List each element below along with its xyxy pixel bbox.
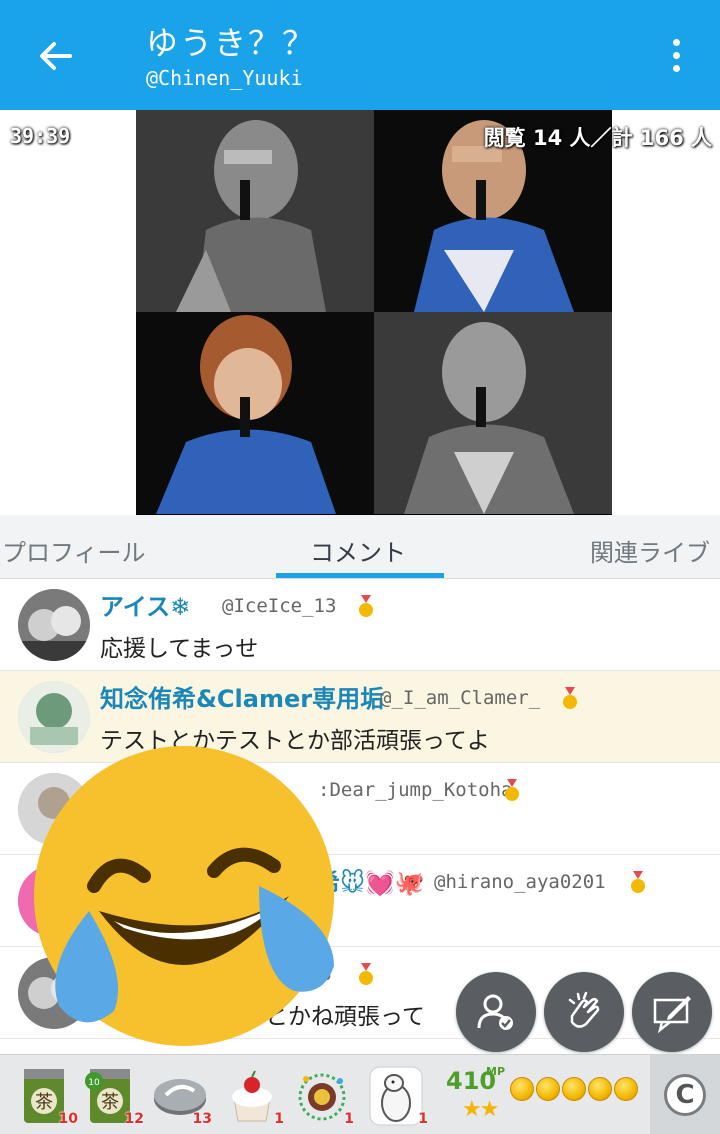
gift-count: 12 [124,1111,144,1127]
dot-icon [672,64,680,72]
write-comment-button[interactable] [632,972,712,1052]
clap-icon [568,991,600,1028]
header-bar: ゆうき？？ @Chinen_Yuuki [0,0,720,110]
follow-user-button[interactable] [456,972,536,1052]
avatar[interactable] [18,773,90,845]
arrow-left-icon [40,42,72,70]
overflow-menu-button[interactable] [656,30,696,80]
gift-item[interactable]: 1 [222,1063,284,1129]
medal-icon [359,595,373,617]
live-video-area[interactable]: 39:39 閲覧 14 人／計 166 人 [0,110,720,515]
gift-count: 1 [418,1111,428,1127]
medal-icon [631,871,645,893]
bear-icon [369,1066,423,1126]
avatar[interactable] [18,681,90,753]
tab-comments[interactable]: コメント [310,533,406,568]
gift-count: 1 [344,1111,354,1127]
gift-item[interactable]: 茶 10 [16,1063,78,1129]
gift-bar: 茶 10 茶 10 12 13 1 1 1 410 MP ★★ C [0,1054,720,1134]
compose-icon [653,996,691,1034]
performer-image [136,312,374,514]
comment-username: @IceIce_13 [222,595,337,617]
gift-count: 10 [58,1111,78,1127]
video-tile [374,312,612,514]
comment-username: e_13 [286,963,332,985]
firework-icon [298,1073,346,1121]
tab-related-live[interactable]: 関連ライブ [590,533,710,568]
performer-image [374,312,612,514]
video-tile [136,312,374,514]
coin-icon [562,1077,586,1101]
comment-display-name: 希🐭💓🐙 [316,869,425,897]
comment-row[interactable]: 知念侑希&Clamer専用垢 @_I_am_Clamer_ テストとかテストとか… [0,671,720,763]
user-check-icon [477,994,513,1030]
coin-icon [614,1077,638,1101]
coin-icon [536,1077,560,1101]
comment-row[interactable]: 希🐭💓🐙 @hirano_aya0201 [0,855,720,947]
gift-item[interactable]: 1 [292,1063,354,1129]
comment-display-name: 知念侑希&Clamer専用垢 [100,685,385,713]
dot-icon [672,38,680,46]
dot-icon [672,51,680,59]
gift-item[interactable]: 13 [150,1063,212,1129]
medal-icon [505,779,519,801]
comment-text: テストとかテストとか部活頑張ってよ [100,728,490,754]
comment-text: トとかね頑張って [242,1004,425,1030]
app-root: ゆうき？？ @Chinen_Yuuki 39:39 閲覧 14 人／計 166 … [0,0,720,1134]
active-tab-indicator [276,573,444,578]
svg-text:茶: 茶 [35,1092,53,1113]
comment-row[interactable]: アイス❄ @IceIce_13 応援してまっせ [0,579,720,671]
gift-count: 1 [274,1111,284,1127]
page-title: ゆうき？？ [146,24,317,62]
applause-button[interactable] [544,972,624,1052]
gift-item[interactable]: 1 [366,1063,428,1129]
medal-icon [563,687,577,709]
comment-display-name: アイス❄ [100,593,191,621]
gift-count: 13 [192,1111,212,1127]
coin-icon [588,1077,612,1101]
tab-bar: プロフィール コメント 関連ライブ [0,515,720,579]
performer-image [136,110,374,312]
back-button[interactable] [30,30,82,82]
video-tile [136,110,374,312]
streamer-handle: @Chinen_Yuuki [146,66,303,90]
viewer-count: 閲覧 14 人／計 166 人 [483,126,712,150]
mp-unit: MP [486,1065,506,1078]
coin-icon [510,1077,534,1101]
comment-text: 応援してまっせ [100,636,259,662]
avatar[interactable] [18,957,90,1029]
medal-icon [359,963,373,985]
stream-timer: 39:39 [10,124,71,148]
tab-profile[interactable]: プロフィール [2,533,146,568]
avatar[interactable] [18,589,90,661]
comment-username: @_I_am_Clamer_ [380,687,541,709]
video-stream[interactable] [136,110,612,515]
avatar[interactable] [18,865,90,937]
comment-username: @hirano_aya0201 [434,871,606,893]
cake-icon [232,1070,272,1122]
star-rating: ★★ [462,1097,499,1122]
coin-row [510,1077,638,1101]
c-point-button[interactable]: C [650,1055,720,1134]
comment-username: :Dear_jump_Kotoha [318,779,513,801]
comment-row[interactable]: :Dear_jump_Kotoha [0,763,720,855]
svg-text:10: 10 [88,1078,100,1088]
svg-text:茶: 茶 [101,1092,119,1113]
gift-item[interactable]: 茶 10 12 [82,1063,144,1129]
c-coin-icon: C [664,1074,706,1116]
